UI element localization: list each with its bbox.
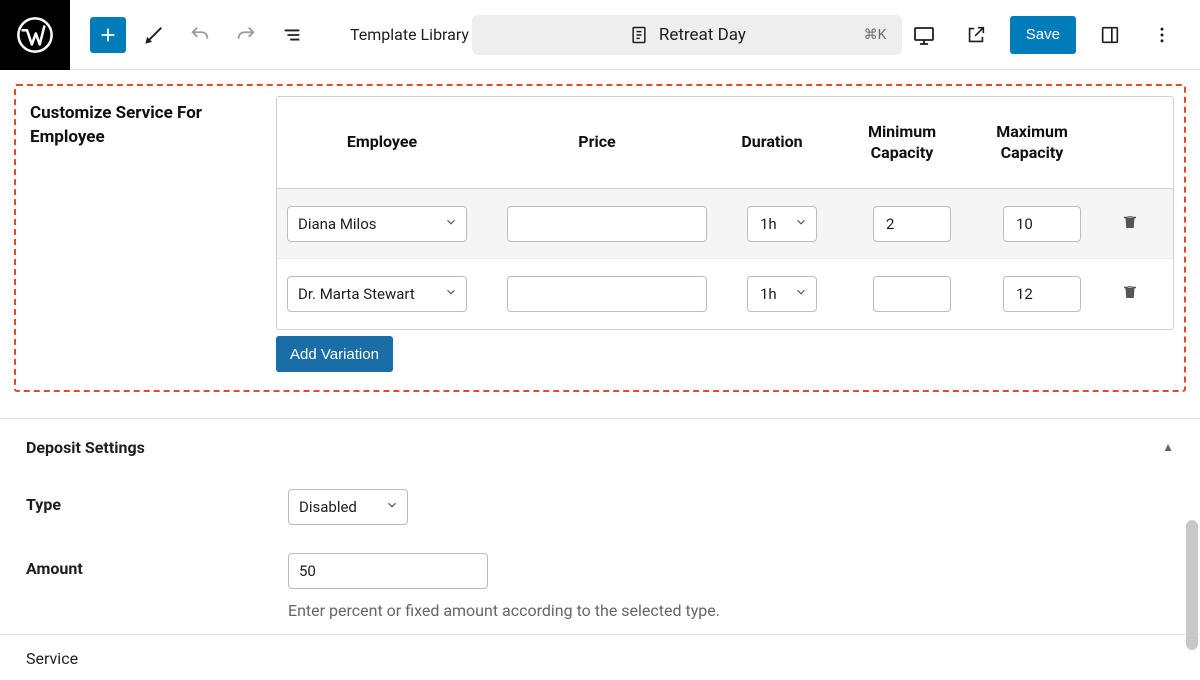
toolbar-right-group: Save xyxy=(906,16,1200,54)
add-block-button[interactable] xyxy=(90,17,126,53)
collapse-arrow-icon: ▲ xyxy=(1162,440,1174,454)
chevron-down-icon xyxy=(794,285,808,303)
deposit-settings-panel: Deposit Settings ▲ Type Disabled Amount … xyxy=(0,418,1200,668)
deposit-panel-header[interactable]: Deposit Settings ▲ xyxy=(0,419,1200,475)
undo-button[interactable] xyxy=(182,17,218,53)
employee-variation-table: Employee Price Duration Minimum Capacity… xyxy=(276,96,1174,330)
view-desktop-icon[interactable] xyxy=(906,17,942,53)
edit-icon[interactable] xyxy=(136,17,172,53)
toolbar-center: Retreat Day ⌘K xyxy=(469,15,906,55)
toolbar-left-group: Template Library xyxy=(70,17,469,53)
col-employee: Employee xyxy=(277,132,487,153)
price-input[interactable] xyxy=(507,276,707,312)
document-title: Retreat Day xyxy=(659,25,746,45)
vertical-scrollbar[interactable] xyxy=(1186,520,1198,650)
employee-select[interactable]: Diana Milos xyxy=(287,206,467,242)
document-overview-button[interactable] xyxy=(274,17,310,53)
command-bar[interactable]: Retreat Day ⌘K xyxy=(472,15,902,55)
delete-row-button[interactable] xyxy=(1121,283,1139,305)
chevron-down-icon xyxy=(794,215,808,233)
section-title: Customize Service For Employee xyxy=(26,96,276,150)
col-max-capacity: Maximum Capacity xyxy=(967,122,1097,164)
min-capacity-input[interactable] xyxy=(873,276,951,312)
add-variation-button[interactable]: Add Variation xyxy=(276,336,393,372)
max-capacity-input[interactable]: 10 xyxy=(1003,206,1081,242)
chevron-down-icon xyxy=(385,498,399,516)
col-price: Price xyxy=(487,132,707,153)
amount-label: Amount xyxy=(26,553,288,578)
more-options-icon[interactable] xyxy=(1144,17,1180,53)
deposit-type-row: Type Disabled xyxy=(0,475,1200,539)
deposit-type-select[interactable]: Disabled xyxy=(288,489,408,525)
employee-select[interactable]: Dr. Marta Stewart xyxy=(287,276,467,312)
chevron-down-icon xyxy=(444,215,458,233)
editor-topbar: Template Library Retreat Day ⌘K Save xyxy=(0,0,1200,70)
table-row: Diana Milos 1h 2 10 xyxy=(277,189,1173,259)
max-capacity-input[interactable]: 12 xyxy=(1003,276,1081,312)
customize-service-section: Customize Service For Employee Employee … xyxy=(14,84,1186,392)
col-duration: Duration xyxy=(707,132,837,153)
open-external-icon[interactable] xyxy=(958,17,994,53)
duration-select[interactable]: 1h xyxy=(747,206,817,242)
template-library-label[interactable]: Template Library xyxy=(350,25,469,44)
chevron-down-icon xyxy=(444,285,458,303)
table-row: Dr. Marta Stewart 1h 12 xyxy=(277,259,1173,329)
sidebar-toggle-icon[interactable] xyxy=(1092,17,1128,53)
min-capacity-input[interactable]: 2 xyxy=(873,206,951,242)
amount-hint: Enter percent or fixed amount according … xyxy=(288,601,1174,620)
type-label: Type xyxy=(26,489,288,514)
duration-select[interactable]: 1h xyxy=(747,276,817,312)
wordpress-logo[interactable] xyxy=(0,0,70,70)
service-row-label: Service xyxy=(0,634,1200,668)
delete-row-button[interactable] xyxy=(1121,213,1139,235)
table-header-row: Employee Price Duration Minimum Capacity… xyxy=(277,97,1173,189)
shortcut-hint: ⌘K xyxy=(864,27,887,43)
redo-button[interactable] xyxy=(228,17,264,53)
price-input[interactable] xyxy=(507,206,707,242)
deposit-amount-row: Amount 50 Enter percent or fixed amount … xyxy=(0,539,1200,634)
deposit-panel-title: Deposit Settings xyxy=(26,438,145,457)
page-icon xyxy=(629,25,649,45)
deposit-amount-input[interactable]: 50 xyxy=(288,553,488,589)
save-button[interactable]: Save xyxy=(1010,16,1076,54)
col-min-capacity: Minimum Capacity xyxy=(837,122,967,164)
